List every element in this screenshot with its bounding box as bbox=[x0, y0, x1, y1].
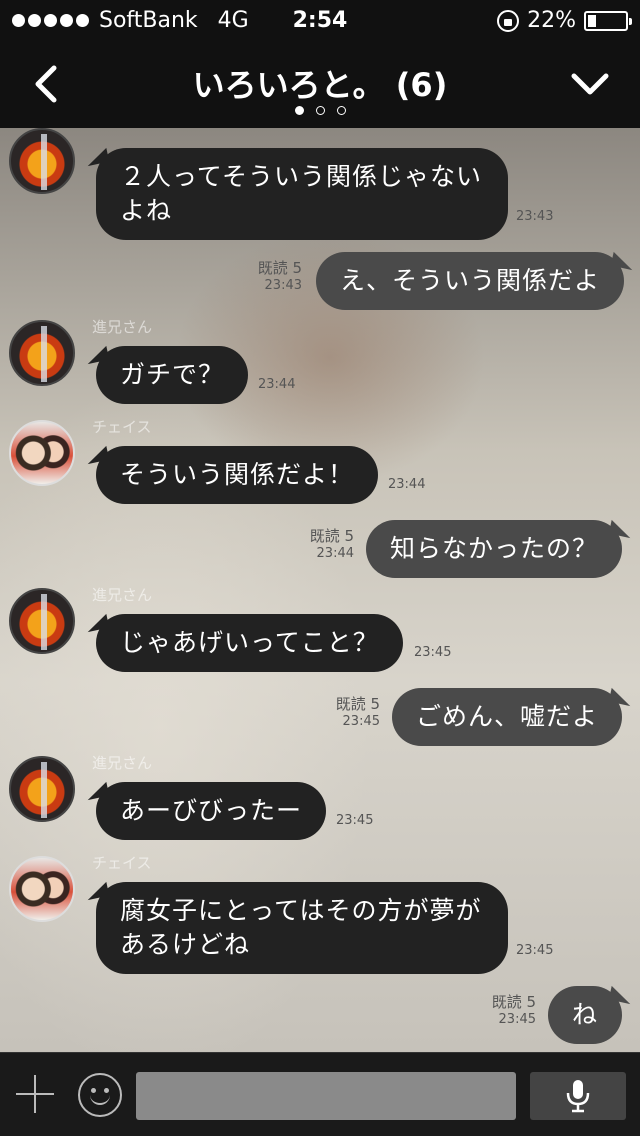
sender-name: チェイス bbox=[92, 854, 152, 872]
message-text: あーびびったー bbox=[120, 796, 303, 825]
avatar[interactable] bbox=[9, 320, 75, 386]
status-right: 22% bbox=[497, 8, 632, 33]
message-bubble[interactable]: 知らなかったの？ bbox=[366, 520, 623, 578]
message-time: 23:45 bbox=[342, 714, 380, 729]
message-text: ガチで？ bbox=[120, 360, 225, 389]
message-line: 腐女子にとってはその方が夢が bbox=[120, 896, 482, 925]
input-bar bbox=[0, 1052, 640, 1136]
avatar[interactable] bbox=[9, 856, 75, 922]
message-bubble[interactable]: ね bbox=[548, 986, 623, 1044]
avatar[interactable] bbox=[9, 128, 75, 194]
chat-title[interactable]: いろいろと。 (6) bbox=[0, 60, 640, 106]
message-time: 23:44 bbox=[258, 377, 296, 392]
battery-percent: 22% bbox=[527, 8, 576, 33]
sender-name: 進兄さん bbox=[92, 586, 153, 604]
message-time: 23:44 bbox=[388, 477, 426, 492]
message-line: あるけどね bbox=[120, 930, 251, 959]
message-meta: 既読 5 23:44 bbox=[296, 528, 354, 562]
message-time: 23:43 bbox=[264, 278, 302, 293]
message-text: 知らなかったの？ bbox=[390, 534, 599, 563]
message-time: 23:43 bbox=[516, 209, 554, 224]
avatar[interactable] bbox=[9, 420, 75, 486]
message-bubble[interactable]: ２人ってそういう関係じゃない よね bbox=[96, 148, 508, 240]
chat-area[interactable]: ２人ってそういう関係じゃない よね 23:43 既読 5 23:43 え、そうい… bbox=[0, 128, 640, 1052]
message-time: 23:45 bbox=[336, 813, 374, 828]
message-bubble[interactable]: じゃあげいってこと？ bbox=[96, 614, 403, 672]
message-text: そういう関係だよ！ bbox=[120, 460, 355, 489]
message-text: ごめん、嘘だよ bbox=[416, 702, 599, 731]
rotation-lock-icon bbox=[497, 9, 520, 32]
battery-icon bbox=[584, 10, 632, 31]
read-receipt: 既読 5 bbox=[309, 527, 354, 545]
message-bubble[interactable]: あーびびったー bbox=[96, 782, 327, 840]
message-bubble[interactable]: そういう関係だよ！ bbox=[96, 446, 379, 504]
message-meta: 既読 5 23:45 bbox=[322, 696, 380, 730]
message-text: え、そういう関係だよ bbox=[340, 266, 601, 295]
mic-button[interactable] bbox=[530, 1072, 626, 1120]
microphone-icon bbox=[566, 1080, 590, 1113]
smile-icon[interactable] bbox=[78, 1073, 122, 1117]
message-time: 23:44 bbox=[316, 546, 354, 561]
message-line: ２人ってそういう関係じゃない bbox=[120, 162, 483, 191]
sender-name: チェイス bbox=[92, 418, 152, 436]
message-line: よね bbox=[120, 196, 173, 225]
sender-name: 進兄さん bbox=[92, 318, 153, 336]
message-bubble[interactable]: 腐女子にとってはその方が夢が あるけどね bbox=[96, 882, 508, 974]
chat-header: いろいろと。 (6) bbox=[0, 42, 640, 128]
page-dot-1 bbox=[294, 106, 304, 115]
message-meta: 既読 5 23:43 bbox=[246, 260, 302, 294]
page-dot-3 bbox=[336, 106, 346, 115]
message-bubble[interactable]: え、そういう関係だよ bbox=[316, 252, 625, 310]
message-text: じゃあげいってこと？ bbox=[120, 628, 379, 657]
avatar[interactable] bbox=[9, 756, 75, 822]
page-dot-2 bbox=[315, 106, 325, 115]
avatar[interactable] bbox=[9, 588, 75, 654]
message-time: 23:45 bbox=[498, 1012, 536, 1027]
message-input[interactable] bbox=[136, 1072, 516, 1120]
status-bar: SoftBank 4G 2:54 22% bbox=[0, 0, 640, 42]
message-bubble[interactable]: ごめん、嘘だよ bbox=[392, 688, 623, 746]
message-time: 23:45 bbox=[516, 943, 554, 958]
message-text: ね bbox=[572, 1000, 599, 1029]
page-indicator bbox=[0, 106, 640, 115]
read-receipt: 既読 5 bbox=[335, 695, 380, 713]
sender-name: 進兄さん bbox=[92, 754, 153, 772]
read-receipt: 既読 5 bbox=[491, 993, 536, 1011]
read-receipt: 既読 5 bbox=[257, 259, 302, 277]
message-bubble[interactable]: ガチで？ bbox=[96, 346, 249, 404]
plus-icon[interactable] bbox=[16, 1075, 54, 1113]
message-meta: 既読 5 23:45 bbox=[478, 994, 536, 1028]
chevron-down-icon[interactable] bbox=[570, 66, 610, 100]
message-time: 23:45 bbox=[414, 645, 452, 660]
